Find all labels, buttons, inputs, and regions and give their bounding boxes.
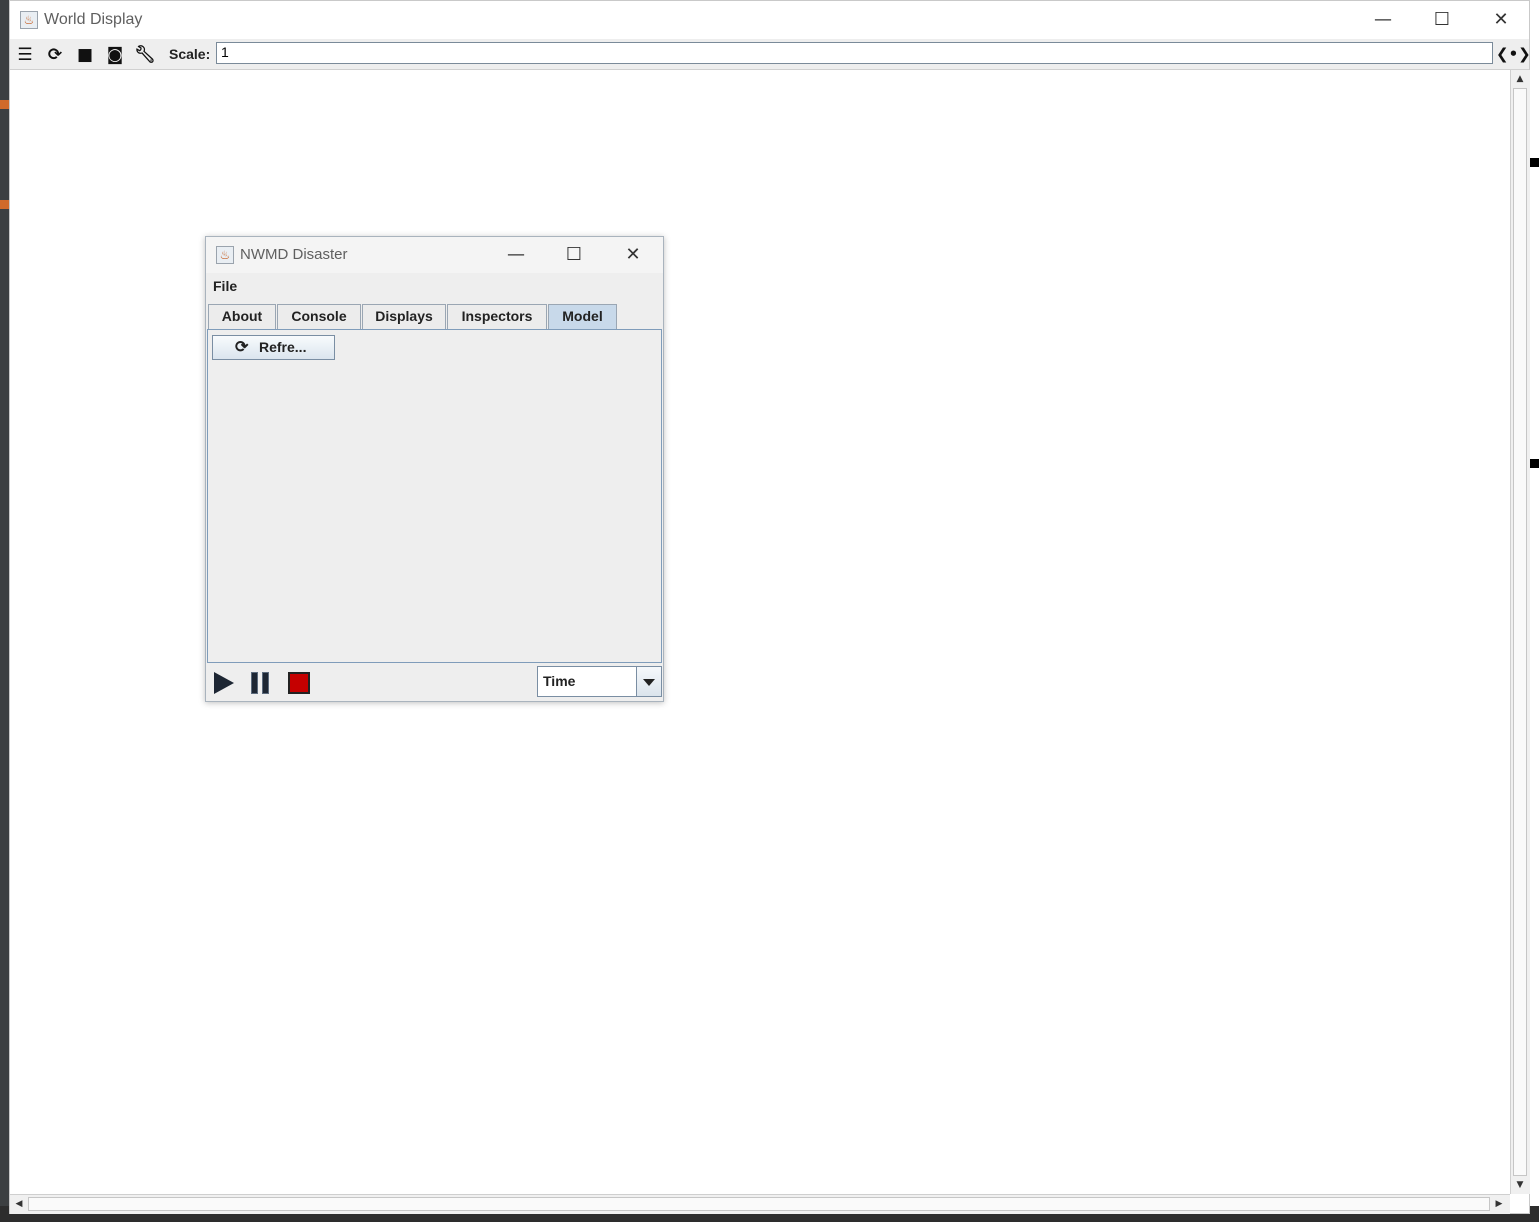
- ide-marker: [1530, 158, 1539, 167]
- wrench-icon[interactable]: 🔧︎: [134, 44, 156, 66]
- movie-icon[interactable]: ■: [74, 44, 96, 66]
- window-titlebar: ♨ World Display — ☐ ✕: [10, 1, 1529, 39]
- scale-input[interactable]: 1: [216, 42, 1493, 64]
- tab-about[interactable]: About: [208, 304, 276, 329]
- scroll-down-icon[interactable]: ▼: [1513, 1178, 1527, 1192]
- tab-model[interactable]: Model: [548, 304, 617, 329]
- tab-console[interactable]: Console: [277, 304, 361, 329]
- refresh-icon: ⟳: [235, 339, 249, 356]
- dialog-titlebar: ♨ NWMD Disaster — ☐ ✕: [206, 237, 663, 273]
- options-arrows-icon[interactable]: ❮•❯: [1496, 44, 1531, 64]
- dialog-title: NWMD Disaster: [240, 246, 348, 263]
- refresh-button[interactable]: ⟳ Refre...: [212, 335, 335, 360]
- java-app-icon: ♨: [216, 246, 234, 264]
- vertical-scroll-thumb[interactable]: [1513, 88, 1527, 1176]
- pause-icon: [251, 672, 258, 694]
- close-button[interactable]: ✕: [1481, 5, 1521, 35]
- display-toolbar: ☰ ⟳ ■ ◙ 🔧︎ Scale: 1 ❮•❯: [10, 39, 1531, 70]
- scroll-left-icon[interactable]: ◀: [12, 1197, 26, 1211]
- scroll-right-icon[interactable]: ▶: [1492, 1197, 1506, 1211]
- dialog-minimize-button[interactable]: —: [496, 240, 536, 270]
- camera-icon[interactable]: ◙: [104, 44, 126, 66]
- chevron-down-icon: [643, 679, 655, 686]
- pause-icon: [262, 672, 269, 694]
- horizontal-scroll-thumb[interactable]: [28, 1197, 1490, 1211]
- scroll-up-icon[interactable]: ▲: [1513, 72, 1527, 86]
- minimize-button[interactable]: —: [1363, 5, 1403, 35]
- stop-button[interactable]: [286, 670, 312, 696]
- dropdown-arrow-button[interactable]: [636, 667, 661, 696]
- time-dropdown[interactable]: Time: [537, 666, 662, 697]
- java-app-icon: ♨: [20, 11, 38, 29]
- dialog-close-button[interactable]: ✕: [613, 240, 653, 270]
- scale-label: Scale:: [169, 46, 211, 62]
- background-right-edge: [1530, 0, 1539, 1222]
- play-icon: [214, 672, 234, 694]
- stop-icon: [288, 672, 310, 694]
- nwmd-disaster-window: ♨ NWMD Disaster — ☐ ✕ File About Console…: [205, 236, 664, 702]
- layers-icon[interactable]: ☰: [14, 44, 36, 66]
- tab-bar: About Console Displays Inspectors Model: [208, 304, 661, 329]
- play-button[interactable]: [211, 670, 237, 696]
- ide-marker: [0, 200, 9, 209]
- pause-button[interactable]: [248, 670, 274, 696]
- refresh-button-label: Refre...: [259, 339, 307, 355]
- maximize-button[interactable]: ☐: [1422, 5, 1462, 35]
- tab-displays[interactable]: Displays: [362, 304, 446, 329]
- time-dropdown-value: Time: [543, 673, 576, 689]
- background-ide-sidebar: [0, 0, 9, 1222]
- ide-marker: [0, 100, 9, 109]
- refresh-icon[interactable]: ⟳: [44, 44, 66, 66]
- ide-marker: [1530, 459, 1539, 468]
- model-tab-panel: ⟳ Refre...: [207, 329, 662, 663]
- window-title: World Display: [44, 11, 143, 28]
- dialog-maximize-button[interactable]: ☐: [554, 240, 594, 270]
- menu-bar: File: [206, 273, 663, 301]
- menu-file[interactable]: File: [213, 278, 237, 294]
- horizontal-scrollbar[interactable]: ◀ ▶: [10, 1194, 1510, 1214]
- vertical-scrollbar[interactable]: ▲ ▼: [1510, 70, 1530, 1194]
- tab-inspectors[interactable]: Inspectors: [447, 304, 547, 329]
